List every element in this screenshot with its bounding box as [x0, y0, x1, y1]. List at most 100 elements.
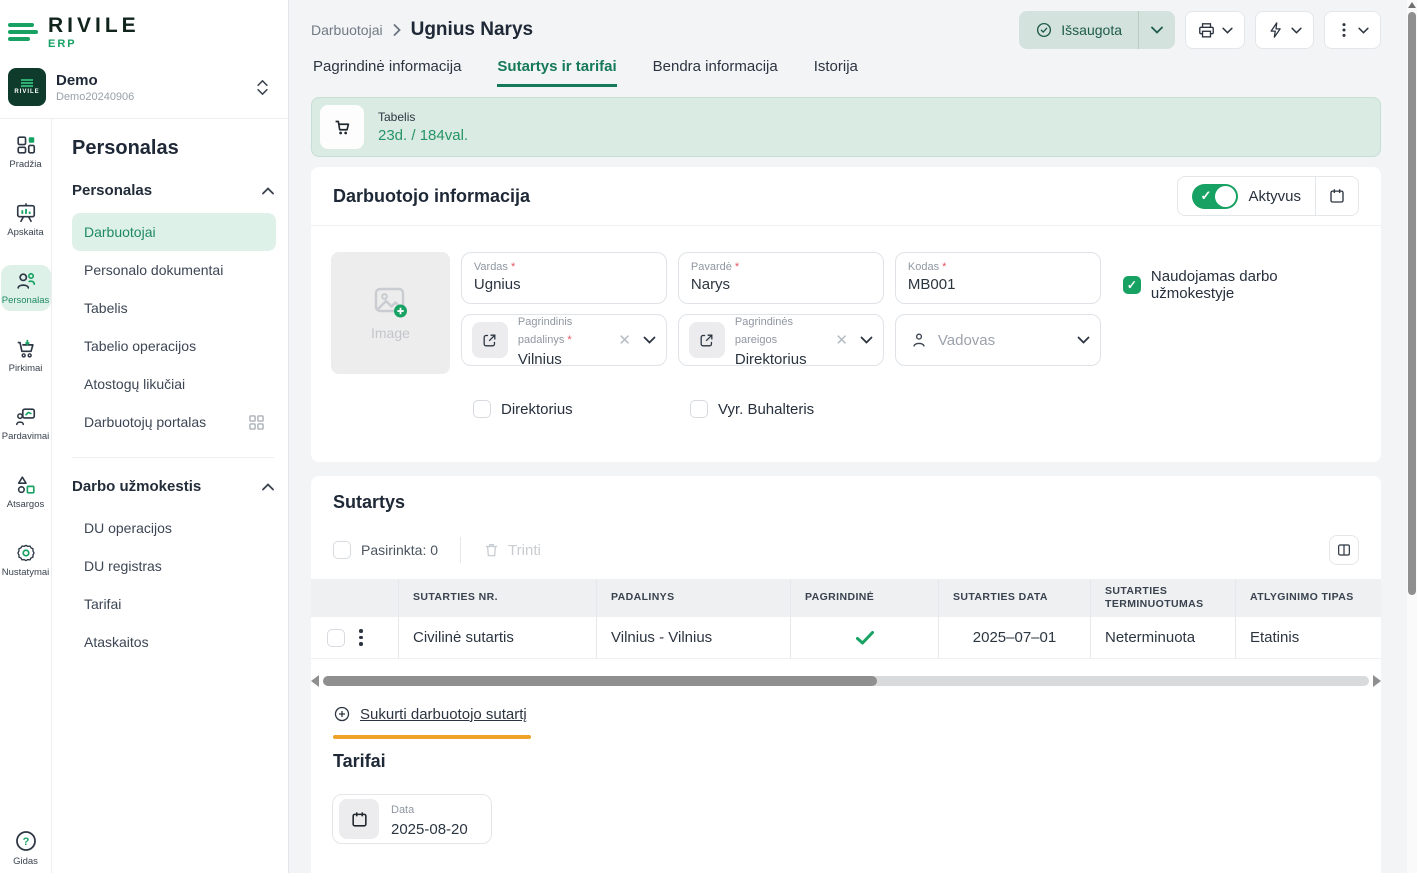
tabelis-banner[interactable]: Tabelis 23d. / 184val.	[311, 97, 1381, 157]
toggle-switch[interactable]: ✓	[1192, 184, 1238, 209]
sidebar-item-tarifai[interactable]: Tarifai	[72, 585, 276, 623]
padalinys-clear-icon[interactable]: ✕	[616, 331, 633, 349]
rail-item-pirkimai[interactable]: Pirkimai	[1, 333, 51, 379]
delete-button[interactable]: Trinti	[483, 541, 541, 559]
chevron-down-icon[interactable]	[1077, 336, 1090, 344]
vadovas-select[interactable]: Vadovas	[895, 314, 1101, 366]
employee-photo-upload[interactable]: Image	[331, 252, 450, 374]
scroll-thumb[interactable]	[323, 676, 877, 686]
tab-sutartys-ir-tarifai[interactable]: Sutartys ir tarifai	[497, 58, 616, 87]
section-personalas[interactable]: Personalas	[72, 182, 274, 199]
sidebar-item-personalo-dokumentai[interactable]: Personalo dokumentai	[72, 251, 276, 289]
sidebar-top: RIVILE ERP RIVILE Demo Demo20240906	[0, 0, 288, 119]
tab-bendra-informacija[interactable]: Bendra informacija	[653, 58, 778, 87]
contract-row[interactable]: Civilinė sutartis Vilnius - Vilnius 2025…	[311, 617, 1381, 659]
breadcrumb-chevron-icon	[393, 24, 401, 36]
section-divider	[72, 457, 274, 458]
home-grid-icon	[15, 134, 37, 156]
module-menu: Personalas Personalas Darbuotojai Person…	[52, 119, 288, 873]
header-sutarties-data[interactable]: SUTARTIES DATA	[938, 579, 1090, 617]
scroll-left-arrow[interactable]	[311, 675, 319, 687]
check-icon	[856, 631, 874, 645]
sidebar-item-du-operacijos[interactable]: DU operacijos	[72, 509, 276, 547]
scroll-right-arrow[interactable]	[1373, 675, 1381, 687]
saved-split-button[interactable]: Išsaugota	[1019, 11, 1175, 49]
breadcrumb-parent[interactable]: Darbuotojai	[311, 22, 383, 38]
workspace-switch-icon[interactable]	[257, 80, 272, 95]
sidebar-item-du-registras[interactable]: DU registras	[72, 547, 276, 585]
sidebar-item-darbuotojai[interactable]: Darbuotojai	[72, 213, 276, 251]
lightning-icon	[1267, 21, 1285, 39]
contracts-columns-button[interactable]	[1329, 535, 1359, 565]
payroll-checkbox-row[interactable]: ✓ Naudojamas darbo užmokestyje	[1123, 268, 1359, 302]
section-darbo-uzmokestis[interactable]: Darbo užmokestis	[72, 478, 274, 495]
icon-rail: Pradžia Apskaita	[0, 119, 52, 873]
header-padalinys[interactable]: PADALINYS	[596, 579, 790, 617]
rail-item-gidas[interactable]: ? Gidas	[1, 825, 51, 871]
header-terminuotumas[interactable]: SUTARTIES TERMINUOTUMAS	[1090, 579, 1235, 617]
row-menu-icon[interactable]	[357, 627, 365, 648]
columns-icon	[1336, 542, 1352, 558]
activity-calendar-button[interactable]	[1315, 177, 1358, 215]
sidebar-item-ataskaitos[interactable]: Ataskaitos	[72, 623, 276, 661]
timesheet-cart-icon	[331, 116, 353, 138]
header-atlyginimo-tipas[interactable]: ATLYGINIMO TIPAS	[1235, 579, 1381, 617]
saved-caret[interactable]	[1138, 11, 1175, 49]
buhalteris-checkbox-row[interactable]: Vyr. Buhalteris	[690, 400, 907, 418]
tab-istorija[interactable]: Istorija	[814, 58, 858, 87]
pavarde-field[interactable]: Pavardė Narys	[678, 252, 884, 304]
brand-logo[interactable]: RIVILE ERP	[6, 14, 272, 50]
more-menu-button[interactable]	[1324, 11, 1381, 49]
header-pagrindine[interactable]: PAGRINDINĖ	[790, 579, 938, 617]
payroll-checkbox[interactable]: ✓	[1123, 276, 1141, 294]
print-button[interactable]	[1185, 11, 1245, 49]
people-icon	[15, 270, 37, 292]
header-select-cell	[311, 579, 398, 617]
sidebar-item-tabelio-operacijos[interactable]: Tabelio operacijos	[72, 327, 276, 365]
cell-padalinys: Vilnius - Vilnius	[596, 617, 790, 658]
kodas-field[interactable]: Kodas MB001	[895, 252, 1101, 304]
scroll-up-arrow[interactable]	[1408, 2, 1416, 8]
active-toggle[interactable]: ✓ Aktyvus	[1178, 177, 1315, 215]
pareigos-open-button[interactable]	[689, 322, 725, 358]
payroll-checkbox-label: Naudojamas darbo užmokestyje	[1151, 268, 1359, 302]
sales-icon	[15, 406, 37, 428]
scroll-track[interactable]	[323, 676, 1369, 686]
padalinys-open-button[interactable]	[472, 322, 508, 358]
pareigos-clear-icon[interactable]: ✕	[833, 331, 850, 349]
sidebar-item-tabelis[interactable]: Tabelis	[72, 289, 276, 327]
page-vertical-scrollbar[interactable]	[1407, 0, 1417, 873]
workspace-selector[interactable]: RIVILE Demo Demo20240906	[6, 68, 272, 106]
vertical-scroll-thumb[interactable]	[1408, 12, 1416, 595]
row-checkbox[interactable]	[327, 629, 345, 647]
rail-item-atsargos[interactable]: Atsargos	[1, 469, 51, 515]
rail-item-pradzia[interactable]: Pradžia	[1, 129, 51, 175]
padalinys-field[interactable]: Pagrindinis padalinys Vilnius ✕	[461, 314, 667, 366]
buhalteris-checkbox[interactable]	[690, 400, 708, 418]
chevron-down-icon[interactable]	[860, 336, 873, 344]
chevron-down-icon[interactable]	[643, 336, 656, 344]
quick-actions-button[interactable]	[1255, 11, 1314, 49]
rail-item-apskaita[interactable]: Apskaita	[1, 197, 51, 243]
rail-item-pardavimai[interactable]: Pardavimai	[1, 401, 51, 447]
create-contract-link[interactable]: Sukurti darbuotojo sutartį	[333, 705, 527, 723]
pareigos-label: Pagrindinės pareigos	[735, 316, 793, 346]
direktorius-checkbox-row[interactable]: Direktorius	[473, 400, 690, 418]
direktorius-checkbox[interactable]	[473, 400, 491, 418]
workspace-code: Demo20240906	[56, 91, 247, 103]
rail-item-nustatymai[interactable]: Nustatymai	[1, 537, 51, 583]
select-all-checkbox[interactable]	[333, 541, 351, 559]
date-value: 2025-08-20	[391, 821, 468, 838]
sidebar-item-atostogu-likuciai[interactable]: Atostogų likučiai	[72, 365, 276, 403]
tariff-date-field[interactable]: Data 2025-08-20	[332, 794, 492, 844]
tab-pagrindine-informacija[interactable]: Pagrindinė informacija	[313, 58, 461, 87]
sidebar-item-darbuotoju-portalas[interactable]: Darbuotojų portalas	[72, 403, 276, 441]
brand-name: RIVILE	[48, 14, 140, 38]
rail-item-personalas[interactable]: Personalas	[1, 265, 51, 311]
header-sutarties-nr[interactable]: SUTARTIES NR.	[398, 579, 596, 617]
pareigos-field[interactable]: Pagrindinės pareigos Direktorius ✕	[678, 314, 884, 366]
vardas-field[interactable]: Vardas Ugnius	[461, 252, 667, 304]
chevron-down-icon	[1222, 27, 1233, 34]
app-window: RIVILE ERP RIVILE Demo Demo20240906	[0, 0, 1417, 873]
calendar-icon	[350, 810, 369, 829]
